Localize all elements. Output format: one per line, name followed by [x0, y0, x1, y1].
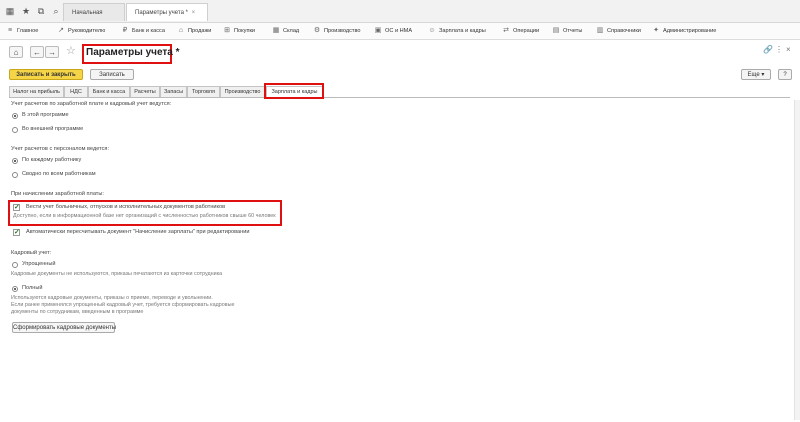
- apps-grid-icon[interactable]: ▦: [4, 5, 16, 17]
- tab-bank-cash[interactable]: Банк и касса: [88, 86, 130, 97]
- radio-this-program-label: В этой программе: [22, 112, 69, 118]
- checkbox-auto-recalc-label: Автоматически пересчитывать документ "На…: [26, 229, 250, 235]
- window-tab-bar: ▦ ★ ⧉ ⌕ Начальная страница Параметры уче…: [0, 0, 800, 34]
- assets-icon: ▣: [374, 27, 382, 34]
- home-icon: ≡: [7, 27, 13, 34]
- history-icon[interactable]: ⧉: [35, 5, 47, 17]
- tab-inventory[interactable]: Запасы: [160, 86, 187, 97]
- menu-item-label: ОС и НМА: [385, 28, 413, 34]
- arrow-left-icon: ←: [33, 48, 41, 57]
- radio-each-employee-label: По каждому работнику: [22, 157, 82, 163]
- chart-icon: ↗: [58, 27, 64, 34]
- radio-summary-employees[interactable]: [12, 172, 18, 178]
- save-button[interactable]: Записать: [90, 69, 134, 80]
- menu-item-production[interactable]: ⚙ Производство: [313, 23, 361, 39]
- menu-item-label: Покупки: [234, 28, 256, 34]
- close-tab-icon[interactable]: ×: [192, 10, 196, 16]
- close-icon[interactable]: ×: [786, 45, 791, 54]
- menu-item-label: Отчеты: [563, 28, 583, 34]
- radio-summary-employees-label: Сводно по всем работникам: [22, 171, 96, 177]
- tab-accounting-params[interactable]: Параметры учета * ×: [126, 3, 208, 21]
- hr-simple-hint: Кадровые документы не используются, прик…: [11, 271, 223, 277]
- directory-icon: ▥: [596, 27, 604, 34]
- forward-button[interactable]: →: [45, 46, 59, 58]
- save-and-close-button[interactable]: Записать и закрыть: [9, 69, 83, 80]
- menu-item-label: Руководителю: [68, 28, 106, 34]
- tab-trade[interactable]: Торговля: [187, 86, 220, 97]
- menu-item-label: Банк и касса: [132, 28, 165, 34]
- home-nav-button[interactable]: ⌂: [9, 46, 23, 58]
- radio-this-program[interactable]: [12, 113, 18, 119]
- people-icon: ☺: [428, 27, 436, 34]
- radio-hr-full-label: Полный: [22, 285, 43, 291]
- favorites-star-icon[interactable]: ★: [20, 5, 32, 17]
- menu-item-label: Склад: [283, 28, 300, 34]
- sick-leave-hint: Доступно, если в информационной базе нет…: [13, 213, 276, 219]
- personnel-section-heading: Учет расчетов с персоналом ведется:: [11, 146, 110, 152]
- admin-icon: ✦: [653, 27, 659, 34]
- radio-each-employee[interactable]: [12, 158, 18, 164]
- payroll-section-heading: При начислении заработной платы:: [11, 191, 104, 197]
- help-button[interactable]: ?: [778, 69, 792, 80]
- menu-item-sales[interactable]: ⌂ Продажи: [177, 23, 212, 39]
- menu-item-directories[interactable]: ▥ Справочники: [596, 23, 641, 39]
- basket-icon: ⊞: [224, 27, 230, 34]
- back-button[interactable]: ←: [30, 46, 44, 58]
- tab-accounting-params-label: Параметры учета *: [135, 10, 188, 16]
- menu-item-label: Зарплата и кадры: [439, 28, 486, 34]
- menu-item-purchases[interactable]: ⊞ Покупки: [223, 23, 255, 39]
- page-title: Параметры учета *: [86, 47, 180, 58]
- menu-item-label: Главное: [17, 28, 39, 34]
- scrollbar[interactable]: [794, 100, 800, 420]
- radio-hr-simple-label: Упрощенный: [22, 261, 56, 267]
- warehouse-icon: ▦: [272, 27, 280, 34]
- tab-vat[interactable]: НДС: [64, 86, 88, 97]
- menu-item-assets[interactable]: ▣ ОС и НМА: [374, 23, 412, 39]
- checkbox-auto-recalc[interactable]: ✓: [13, 229, 20, 236]
- menu-item-reports[interactable]: ▤ Отчеты: [552, 23, 583, 39]
- hr-full-hint-line-3: документы по сотрудникам, введенным в пр…: [11, 309, 144, 315]
- cart-icon: ⌂: [178, 27, 184, 34]
- search-icon[interactable]: ⌕: [50, 5, 62, 17]
- factory-icon: ⚙: [313, 27, 321, 34]
- hr-section-heading: Кадровый учет:: [11, 250, 52, 256]
- menu-item-label: Администрирование: [663, 28, 717, 34]
- tab-settlements[interactable]: Расчеты: [130, 86, 160, 97]
- home-icon: ⌂: [13, 48, 19, 57]
- menu-item-main[interactable]: ≡ Главное: [6, 23, 38, 39]
- checkbox-sick-leave-label: Вести учет больничных, отпусков и исполн…: [26, 204, 226, 210]
- tab-home-page[interactable]: Начальная страница: [63, 3, 125, 34]
- menu-item-administration[interactable]: ✦ Администрирование: [652, 23, 716, 39]
- arrow-right-icon: →: [48, 48, 56, 57]
- menu-item-payroll[interactable]: ☺ Зарплата и кадры: [428, 23, 486, 39]
- more-button[interactable]: Еще ▾: [741, 69, 771, 80]
- favorite-star-icon[interactable]: ☆: [66, 44, 76, 57]
- radio-external-program-label: Во внешней программе: [22, 126, 84, 132]
- menu-item-manager[interactable]: ↗ Руководителю: [57, 23, 105, 39]
- tab-highlight-box: [264, 83, 324, 99]
- menu-item-bank[interactable]: ₽ Банк и касса: [121, 23, 165, 39]
- menu-dots-icon[interactable]: ⋮: [775, 45, 783, 54]
- tab-production[interactable]: Производство: [220, 86, 265, 97]
- radio-hr-full[interactable]: [12, 286, 18, 292]
- menu-item-label: Производство: [324, 28, 361, 34]
- menu-item-operations[interactable]: ⇄ Операции: [502, 23, 539, 39]
- generate-hr-documents-button[interactable]: Сформировать кадровые документы: [12, 322, 116, 333]
- menu-item-label: Справочники: [607, 28, 641, 34]
- tab-income-tax[interactable]: Налог на прибыль: [9, 86, 64, 97]
- bank-icon: ₽: [122, 27, 128, 34]
- menu-item-warehouse[interactable]: ▦ Склад: [272, 23, 300, 39]
- salary-section-heading: Учет расчетов по заработной плате и кадр…: [11, 101, 172, 107]
- link-icon[interactable]: 🔗: [763, 45, 773, 54]
- reports-icon: ▤: [552, 27, 560, 34]
- menu-item-label: Продажи: [188, 28, 212, 34]
- radio-hr-simple[interactable]: [12, 262, 18, 268]
- menu-item-label: Операции: [513, 28, 540, 34]
- checkbox-sick-leave[interactable]: ✓: [13, 204, 20, 211]
- operations-icon: ⇄: [503, 27, 509, 34]
- radio-external-program[interactable]: [12, 127, 18, 133]
- section-menu: ≡ Главное ↗ Руководителю ₽ Банк и касса ⌂ Пр…: [0, 23, 800, 40]
